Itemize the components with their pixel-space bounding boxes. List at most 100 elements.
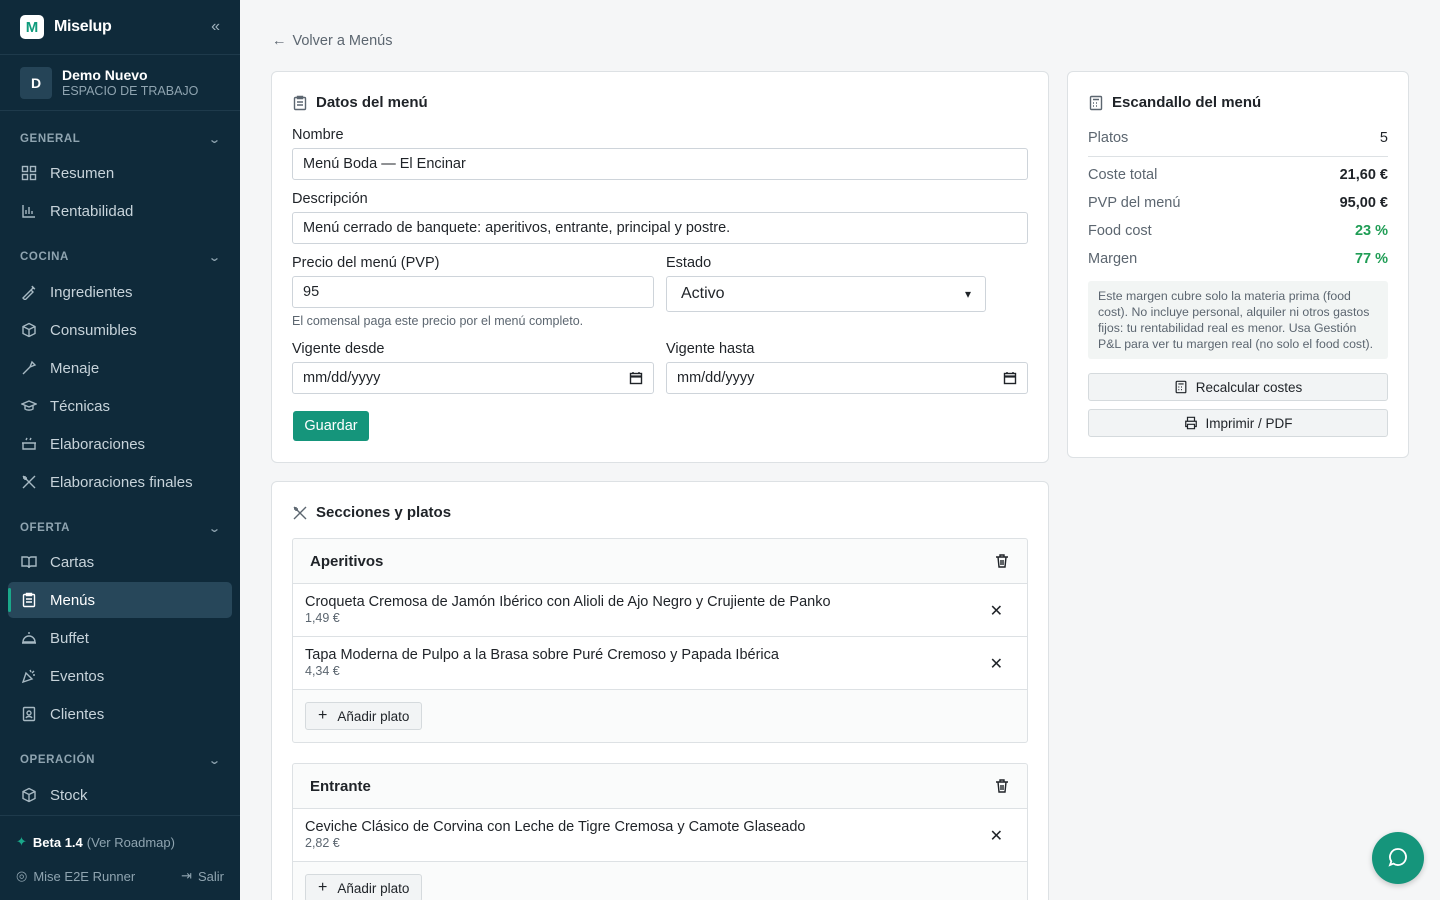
- brand-name[interactable]: Miselup: [54, 18, 112, 36]
- back-to-menus-link[interactable]: ← Volver a Menús: [272, 33, 392, 49]
- contact-icon: [20, 705, 38, 723]
- valid-from-input[interactable]: mm/dd/yyyy: [292, 362, 654, 394]
- add-dish-button[interactable]: + Añadir plato: [305, 702, 423, 730]
- add-dish-row: + Añadir plato: [293, 862, 1027, 900]
- name-input[interactable]: Menú Boda — El Encinar: [292, 148, 1028, 180]
- calendar-icon[interactable]: [1003, 371, 1017, 385]
- status-value: Activo: [681, 285, 725, 302]
- tools-icon: [20, 359, 38, 377]
- close-icon[interactable]: ✕: [990, 654, 1003, 674]
- chevron-down-icon: ⌄: [208, 522, 222, 535]
- cloche-icon: [20, 629, 38, 647]
- stat-value: 95,00 €: [1339, 195, 1388, 211]
- sidebar-item-ingredientes[interactable]: Ingredientes: [8, 274, 232, 310]
- valid-to-label: Vigente hasta: [666, 341, 755, 357]
- card-title-text: Secciones y platos: [316, 504, 452, 521]
- section-label: OFERTA: [20, 522, 71, 534]
- sidebar-item-label: Rentabilidad: [50, 202, 134, 220]
- logout-icon: ⇥: [181, 868, 192, 883]
- dish-name: Tapa Moderna de Pulpo a la Brasa sobre P…: [305, 647, 779, 663]
- chevron-down-icon: ⌄: [208, 133, 222, 146]
- sidebar-item-resumen[interactable]: Resumen: [8, 155, 232, 191]
- status-select[interactable]: Activo ▾: [666, 276, 986, 312]
- sidebar-footer: ✦ Beta 1.4 (Ver Roadmap) ◎ Mise E2E Runn…: [0, 815, 240, 900]
- dishes-count-row: Platos 5: [1088, 130, 1388, 146]
- print-pdf-button[interactable]: Imprimir / PDF: [1088, 409, 1388, 437]
- sidebar-item-label: Stock: [50, 786, 88, 804]
- sidebar-item-label: Clientes: [50, 705, 105, 723]
- description-input[interactable]: Menú cerrado de banquete: aperitivos, en…: [292, 212, 1028, 244]
- sidebar-item-label: Técnicas: [50, 397, 111, 415]
- sidebar-item-cartas[interactable]: Cartas: [8, 544, 232, 580]
- bar-chart-icon: [20, 202, 38, 220]
- sidebar-item-menus[interactable]: Menús: [8, 582, 232, 618]
- stat-label: Platos: [1088, 130, 1129, 146]
- sidebar: M Miselup « D Demo Nuevo ESPACIO DE TRAB…: [0, 0, 240, 900]
- sidebar-item-label: Consumibles: [50, 321, 137, 339]
- section-operacion[interactable]: OPERACIÓN ⌄: [0, 750, 240, 770]
- workspace-switcher[interactable]: D Demo Nuevo ESPACIO DE TRABAJO: [0, 55, 240, 111]
- brand-logo[interactable]: M: [20, 15, 44, 39]
- stat-value: 77 %: [1354, 251, 1388, 267]
- clipboard-icon: [20, 591, 38, 609]
- section-name[interactable]: Aperitivos: [310, 553, 383, 570]
- section-name[interactable]: Entrante: [310, 778, 371, 795]
- sidebar-item-label: Eventos: [50, 667, 105, 685]
- party-icon: [20, 667, 38, 685]
- save-button[interactable]: Guardar: [293, 411, 369, 441]
- add-dish-row: + Añadir plato: [293, 690, 1027, 742]
- add-dish-button[interactable]: + Añadir plato: [305, 874, 423, 900]
- section-label: GENERAL: [20, 133, 81, 145]
- version-info: ✦ Beta 1.4 (Ver Roadmap): [16, 834, 175, 850]
- recalculate-costs-button[interactable]: Recalcular costes: [1088, 373, 1388, 401]
- sidebar-item-label: Resumen: [50, 164, 115, 182]
- logout-button[interactable]: ⇥ Salir: [181, 868, 224, 884]
- sidebar-item-consumibles[interactable]: Consumibles: [8, 312, 232, 348]
- section-cocina[interactable]: COCINA ⌄: [0, 247, 240, 267]
- stat-label: Coste total: [1088, 167, 1158, 183]
- divider: [1088, 156, 1388, 157]
- trash-icon[interactable]: [994, 778, 1010, 794]
- chat-button[interactable]: [1372, 832, 1424, 884]
- card-title-text: Datos del menú: [316, 94, 428, 111]
- brand-header: M Miselup «: [0, 0, 240, 55]
- sidebar-item-rentabilidad[interactable]: Rentabilidad: [8, 193, 232, 229]
- dish-row: Ceviche Clásico de Corvina con Leche de …: [293, 809, 1027, 862]
- calendar-icon[interactable]: [629, 371, 643, 385]
- sidebar-item-label: Buffet: [50, 629, 89, 647]
- close-icon[interactable]: ✕: [990, 601, 1003, 621]
- sidebar-item-label: Menús: [50, 591, 96, 609]
- dish-price: 1,49 €: [305, 611, 340, 625]
- margin-row: Margen 77 %: [1088, 251, 1388, 267]
- sidebar-item-elaboraciones-finales[interactable]: Elaboraciones finales: [8, 464, 232, 500]
- stat-label: Margen: [1088, 251, 1138, 267]
- button-label: Imprimir / PDF: [1205, 415, 1293, 431]
- roadmap-link[interactable]: (Ver Roadmap): [87, 835, 175, 850]
- workspace-avatar: D: [20, 66, 52, 99]
- sidebar-item-clientes[interactable]: Clientes: [8, 696, 232, 732]
- sidebar-item-stock[interactable]: Stock: [8, 777, 232, 813]
- dish-price: 4,34 €: [305, 664, 340, 678]
- close-icon[interactable]: ✕: [990, 826, 1003, 846]
- button-label: Añadir plato: [337, 880, 410, 896]
- dish-row: Tapa Moderna de Pulpo a la Brasa sobre P…: [293, 637, 1027, 690]
- collapse-sidebar-icon[interactable]: «: [211, 18, 220, 36]
- sidebar-item-label: Elaboraciones: [50, 435, 146, 453]
- sidebar-item-label: Ingredientes: [50, 283, 133, 301]
- card-title: Datos del menú: [292, 94, 428, 111]
- sidebar-item-eventos[interactable]: Eventos: [8, 658, 232, 694]
- price-input[interactable]: 95: [292, 276, 654, 308]
- status-label: Estado: [666, 255, 712, 271]
- sidebar-item-tecnicas[interactable]: Técnicas: [8, 388, 232, 424]
- section-general[interactable]: GENERAL ⌄: [0, 129, 240, 149]
- section-oferta[interactable]: OFERTA ⌄: [0, 518, 240, 538]
- sidebar-item-buffet[interactable]: Buffet: [8, 620, 232, 656]
- user-name[interactable]: Mise E2E Runner: [33, 869, 135, 884]
- valid-to-input[interactable]: mm/dd/yyyy: [666, 362, 1028, 394]
- section-label: COCINA: [20, 251, 69, 263]
- card-title: Escandallo del menú: [1088, 94, 1261, 111]
- sidebar-item-menaje[interactable]: Menaje: [8, 350, 232, 386]
- sidebar-item-elaboraciones[interactable]: Elaboraciones: [8, 426, 232, 462]
- sections-card: Secciones y platos Aperitivos Croqueta C…: [271, 481, 1049, 900]
- trash-icon[interactable]: [994, 553, 1010, 569]
